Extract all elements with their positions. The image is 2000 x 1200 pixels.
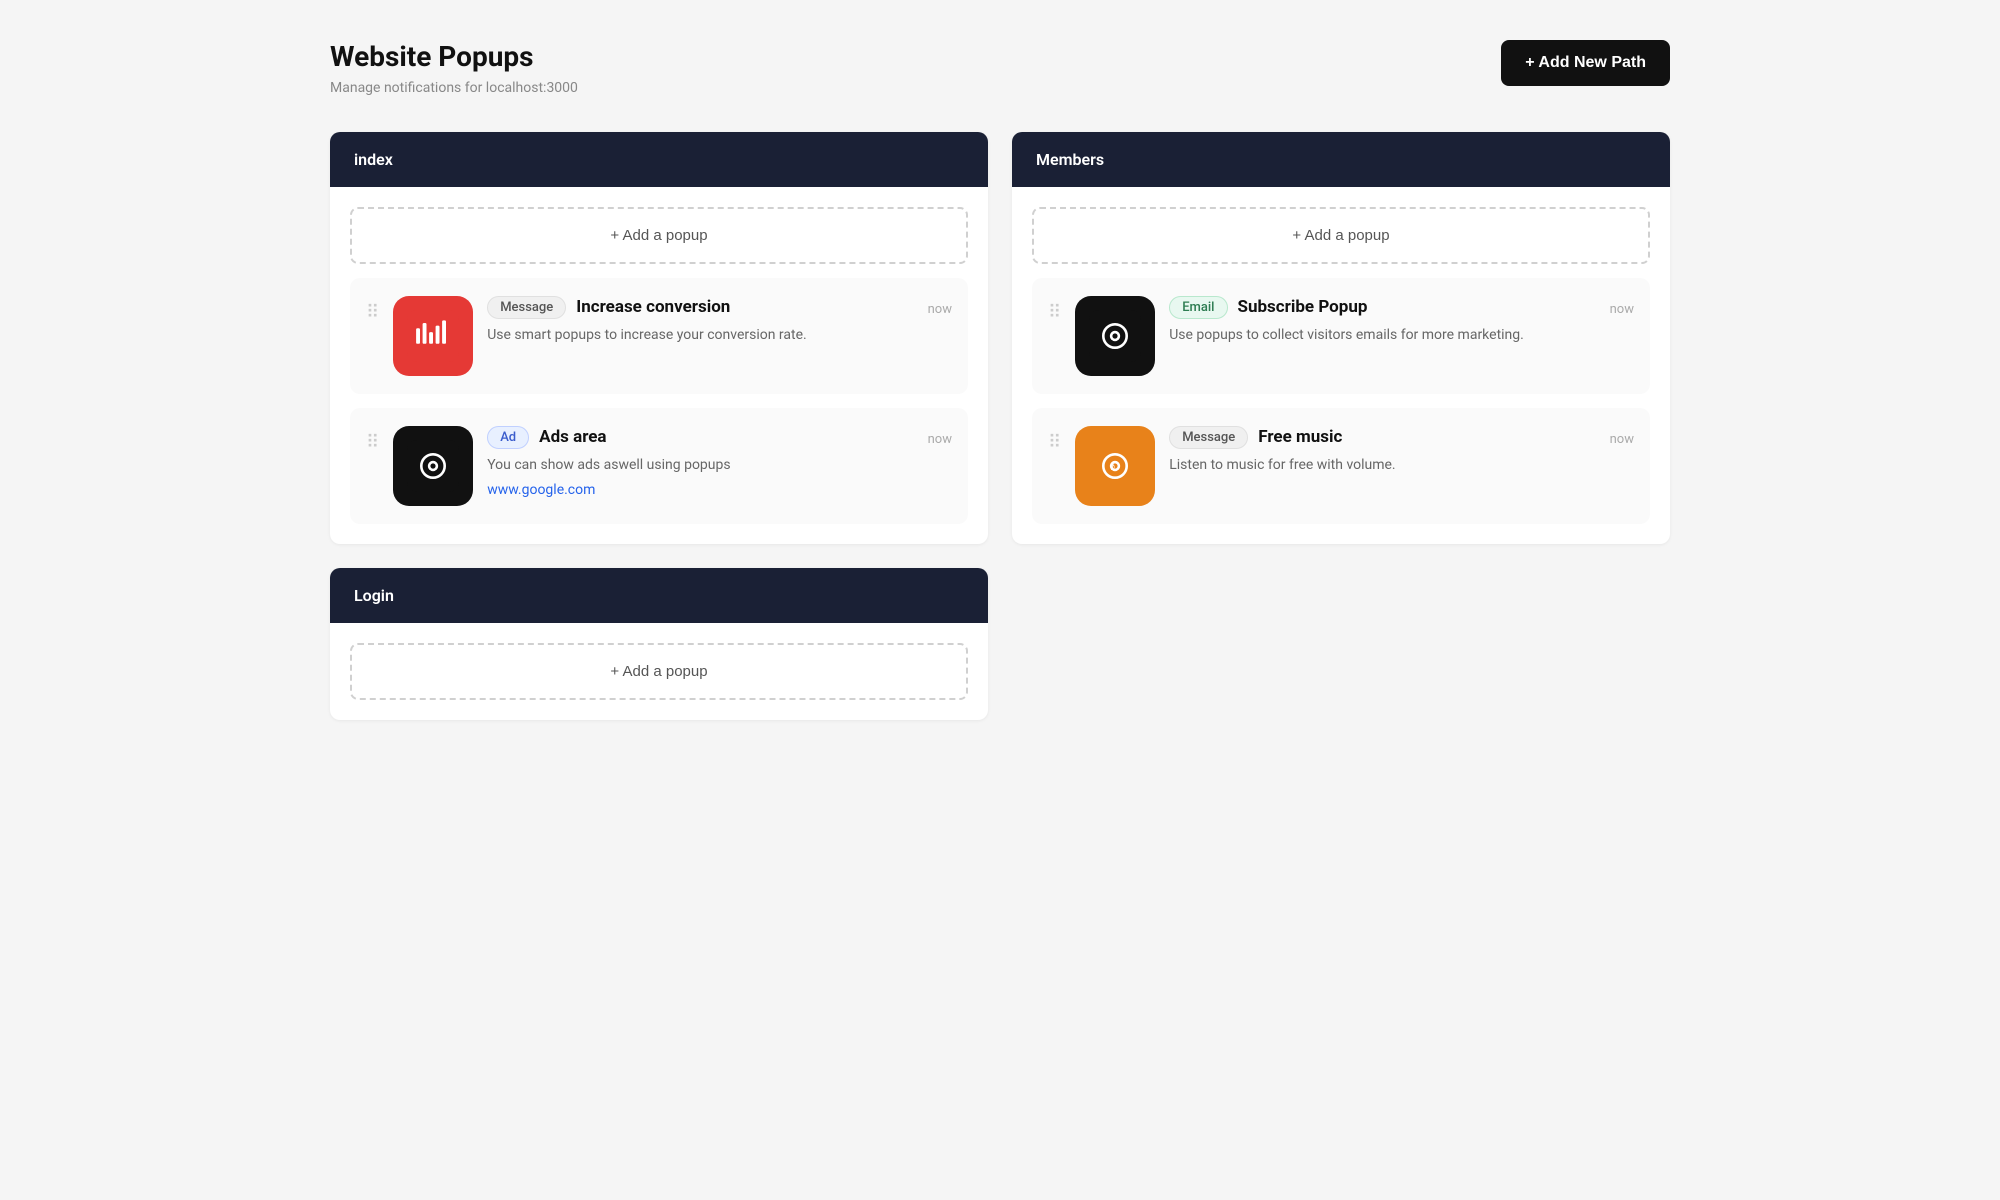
add-new-path-button[interactable]: + Add New Path <box>1501 40 1670 86</box>
members-section-body: + Add a popup ⠿ Email <box>1012 187 1670 544</box>
members-section-label: Members <box>1036 150 1104 169</box>
members-section-header: Members <box>1012 132 1670 187</box>
page-header: Website Popups Manage notifications for … <box>330 40 1670 96</box>
index-section: index + Add a popup ⠿ <box>330 132 988 544</box>
music-card-time: now <box>1610 426 1634 447</box>
rise-card-meta: Message Increase conversion <box>487 296 913 319</box>
index-section-label: index <box>354 150 393 169</box>
ads-popup-card: ⠿ Ad Ads area Y <box>350 408 968 524</box>
vision-logo-svg <box>407 440 459 492</box>
title-area: Website Popups Manage notifications for … <box>330 40 578 96</box>
login-section-header: Login <box>330 568 988 623</box>
drag-handle-icon[interactable]: ⠿ <box>1048 302 1061 323</box>
members-add-popup-button[interactable]: + Add a popup <box>1032 207 1650 264</box>
ads-card-link[interactable]: www.google.com <box>487 482 913 498</box>
rise-popup-card: ⠿ Message <box>350 278 968 394</box>
login-section-label: Login <box>354 586 394 605</box>
index-section-header: index <box>330 132 988 187</box>
music-card-content: Message Free music Listen to music for f… <box>1169 426 1595 476</box>
rise-card-description: Use smart popups to increase your conver… <box>487 325 913 346</box>
drag-handle-icon[interactable]: ⠿ <box>1048 432 1061 453</box>
rise-card-tag: Message <box>487 296 566 319</box>
page-subtitle: Manage notifications for localhost:3000 <box>330 80 578 96</box>
music-card-description: Listen to music for free with volume. <box>1169 455 1595 476</box>
ads-card-meta: Ad Ads area <box>487 426 913 449</box>
music-card-tag: Message <box>1169 426 1248 449</box>
subscribe-card-title: Subscribe Popup <box>1238 297 1368 317</box>
subscribe-card-tag: Email <box>1169 296 1227 319</box>
rise-logo-svg <box>407 310 459 362</box>
music-card-title: Free music <box>1258 427 1342 447</box>
index-add-popup-button[interactable]: + Add a popup <box>350 207 968 264</box>
subscribe-card-time: now <box>1610 296 1634 317</box>
ads-card-content: Ad Ads area You can show ads aswell usin… <box>487 426 913 498</box>
page-wrapper: Website Popups Manage notifications for … <box>300 0 1700 760</box>
login-section: Login + Add a popup <box>330 568 988 720</box>
rise-card-content: Message Increase conversion Use smart po… <box>487 296 913 346</box>
music-popup-card: ⠿ ♪ Message <box>1032 408 1650 524</box>
rise-card-time: now <box>928 296 952 317</box>
rise-app-icon <box>393 296 473 376</box>
columns-grid: index + Add a popup ⠿ <box>330 132 1670 720</box>
members-section: Members + Add a popup ⠿ <box>1012 132 1670 544</box>
subscribe-app-icon <box>1075 296 1155 376</box>
subscribe-card-description: Use popups to collect visitors emails fo… <box>1169 325 1595 346</box>
svg-text:♪: ♪ <box>1110 459 1116 472</box>
ads-card-tag: Ad <box>487 426 529 449</box>
login-add-popup-button[interactable]: + Add a popup <box>350 643 968 700</box>
ads-card-description: You can show ads aswell using popups <box>487 455 913 476</box>
subscribe-popup-card: ⠿ Email Subscribe Popup <box>1032 278 1650 394</box>
music-app-icon: ♪ <box>1075 426 1155 506</box>
subscribe-vision-logo-svg <box>1089 310 1141 362</box>
login-section-body: + Add a popup <box>330 623 988 720</box>
index-section-body: + Add a popup ⠿ <box>330 187 988 544</box>
ads-app-icon <box>393 426 473 506</box>
subscribe-card-content: Email Subscribe Popup Use popups to coll… <box>1169 296 1595 346</box>
subscribe-card-meta: Email Subscribe Popup <box>1169 296 1595 319</box>
ads-card-time: now <box>928 426 952 447</box>
drag-handle-icon[interactable]: ⠿ <box>366 302 379 323</box>
music-card-meta: Message Free music <box>1169 426 1595 449</box>
drag-handle-icon[interactable]: ⠿ <box>366 432 379 453</box>
music-volume-logo-svg: ♪ <box>1089 440 1141 492</box>
page-title: Website Popups <box>330 40 578 74</box>
rise-card-title: Increase conversion <box>576 297 730 317</box>
ads-card-title: Ads area <box>539 427 606 447</box>
